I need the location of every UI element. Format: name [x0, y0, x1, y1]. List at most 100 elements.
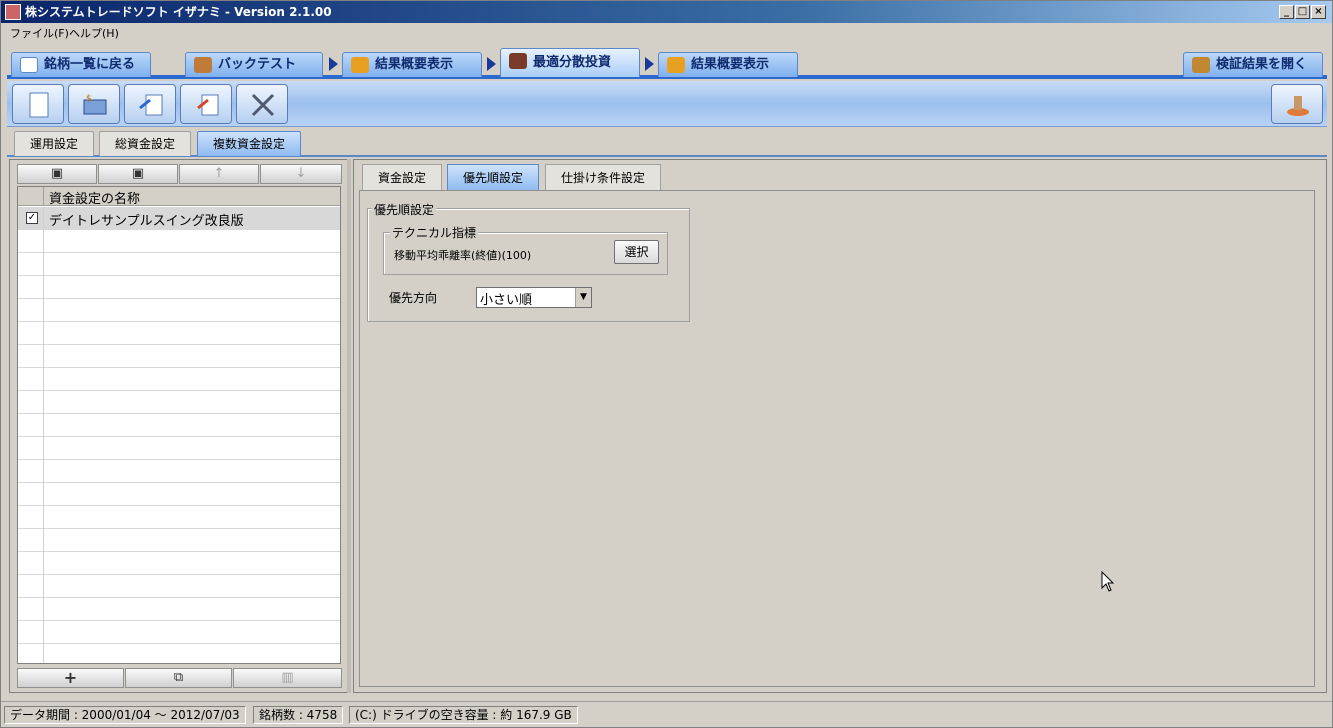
table-row [18, 276, 340, 299]
status-period: データ期間 : 2000/01/04 ～ 2012/07/03 [4, 706, 246, 724]
new-button[interactable] [12, 84, 64, 124]
import-icon [197, 94, 219, 116]
check-cell [18, 253, 44, 276]
check-cell [18, 552, 44, 575]
tab-summary2-label: 結果概要表示 [691, 57, 770, 72]
move-down-button[interactable]: ↓ [260, 164, 342, 184]
table-row [18, 621, 340, 644]
move-up-button[interactable]: ↑ [179, 164, 259, 184]
table-row [18, 414, 340, 437]
open-results-label: 検証結果を開く [1216, 57, 1308, 72]
check-cell: ✓ [18, 207, 44, 230]
menu-file[interactable]: ファイル(F) [10, 25, 69, 41]
window-title: 株システムトレードソフト イザナミ - Version 2.1.00 [25, 5, 332, 19]
table-row [18, 644, 340, 663]
save-button[interactable]: ▣ [17, 164, 97, 184]
save-as-button[interactable]: ▣ [98, 164, 178, 184]
arrow-up-icon: ↑ [213, 166, 225, 181]
technical-indicator-value: 移動平均乖離率(終値)(100) [394, 249, 532, 262]
check-cell [18, 483, 44, 506]
check-cell [18, 345, 44, 368]
coins-icon [351, 57, 369, 73]
tab-optimize[interactable]: 最適分散投資 [500, 48, 640, 77]
save-icon: ▣ [50, 166, 64, 181]
export-icon [139, 94, 163, 116]
register-icon: $ [83, 94, 107, 115]
capital-grid: 資金設定の名称 ✓ デイトレサンプルスイング改良版 [17, 186, 341, 664]
save-as-icon: ▣ [131, 166, 145, 181]
tab-backtest[interactable]: バックテスト [185, 52, 323, 77]
table-row [18, 460, 340, 483]
table-row [18, 506, 340, 529]
tab-capital-settings[interactable]: 資金設定 [362, 164, 442, 191]
maximize-button[interactable]: □ [1295, 5, 1310, 19]
import-button[interactable] [180, 84, 232, 124]
tab-summary-2[interactable]: 結果概要表示 [658, 52, 798, 77]
table-row [18, 575, 340, 598]
tab-backtest-label: バックテスト [218, 57, 297, 72]
export-button[interactable] [124, 84, 176, 124]
technical-group-title: テクニカル指標 [390, 224, 479, 241]
select-button[interactable]: 選択 [614, 240, 659, 264]
row-name: デイトレサンプルスイング改良版 [49, 214, 244, 229]
table-row [18, 529, 340, 552]
check-cell [18, 644, 44, 663]
subtab-operation[interactable]: 運用設定 [14, 131, 94, 156]
grid-header-check [18, 187, 44, 206]
priority-content: 優先順設定 テクニカル指標 移動平均乖離率(終値)(100) 選択 優先方向 小… [359, 190, 1315, 687]
plus-icon: + [63, 668, 78, 687]
eye-icon [20, 57, 38, 73]
title-bar: 株システムトレードソフト イザナミ - Version 2.1.00 _ □ × [1, 1, 1332, 23]
seal-icon [1287, 96, 1309, 116]
menu-bar: ファイル(F) ヘルプ(H) [1, 23, 1332, 41]
table-row [18, 437, 340, 460]
check-cell [18, 322, 44, 345]
splitter[interactable] [347, 159, 351, 693]
grid-header: 資金設定の名称 [18, 187, 340, 207]
tab-priority-settings[interactable]: 優先順設定 [447, 164, 539, 191]
check-cell [18, 276, 44, 299]
arrow-down-icon: ↓ [295, 166, 307, 181]
table-row [18, 483, 340, 506]
check-cell [18, 299, 44, 322]
status-count: 銘柄数 : 4758 [253, 706, 344, 724]
chevron-down-icon[interactable]: ▼ [575, 288, 591, 307]
tab-back-to-list[interactable]: 銘柄一覧に戻る [11, 52, 151, 77]
menu-help[interactable]: ヘルプ(H) [69, 25, 119, 41]
subtab-multi-capital[interactable]: 複数資金設定 [197, 131, 301, 156]
new-document-icon [29, 92, 49, 118]
bag-icon [194, 57, 212, 73]
check-cell [18, 230, 44, 253]
delete-button[interactable]: ▥ [233, 668, 342, 688]
app-window: 株システムトレードソフト イザナミ - Version 2.1.00 _ □ ×… [0, 0, 1333, 728]
table-row[interactable]: ✓ デイトレサンプルスイング改良版 [18, 207, 340, 230]
tools-button[interactable] [236, 84, 288, 124]
check-cell [18, 506, 44, 529]
open-results-button[interactable]: 検証結果を開く [1183, 52, 1323, 77]
tab-summary-1[interactable]: 結果概要表示 [342, 52, 482, 77]
coins-grid-icon [667, 57, 685, 73]
check-cell [18, 575, 44, 598]
check-cell [18, 368, 44, 391]
row-checkbox[interactable]: ✓ [26, 212, 38, 224]
direction-select[interactable]: 小さい順 ▼ [476, 287, 592, 308]
subtab-total-capital[interactable]: 総資金設定 [99, 131, 191, 156]
table-row [18, 253, 340, 276]
direction-value: 小さい順 [480, 293, 533, 308]
add-button[interactable]: + [17, 668, 124, 688]
run-button[interactable] [1271, 84, 1323, 124]
minimize-button[interactable]: _ [1279, 5, 1294, 19]
status-disk: (C:) ドライブの空き容量 : 約 167.9 GB [349, 706, 578, 724]
arrow-icon [645, 57, 654, 71]
table-row [18, 345, 340, 368]
capital-button[interactable]: $ [68, 84, 120, 124]
priority-group-title: 優先順設定 [372, 201, 437, 218]
close-button[interactable]: × [1311, 5, 1326, 19]
tab-back-label: 銘柄一覧に戻る [44, 57, 136, 72]
copy-button[interactable]: ⧉ [125, 668, 232, 688]
table-row [18, 391, 340, 414]
tab-entry-settings[interactable]: 仕掛け条件設定 [545, 164, 661, 191]
check-cell [18, 529, 44, 552]
table-row [18, 230, 340, 253]
trash-icon: ▥ [281, 670, 294, 685]
